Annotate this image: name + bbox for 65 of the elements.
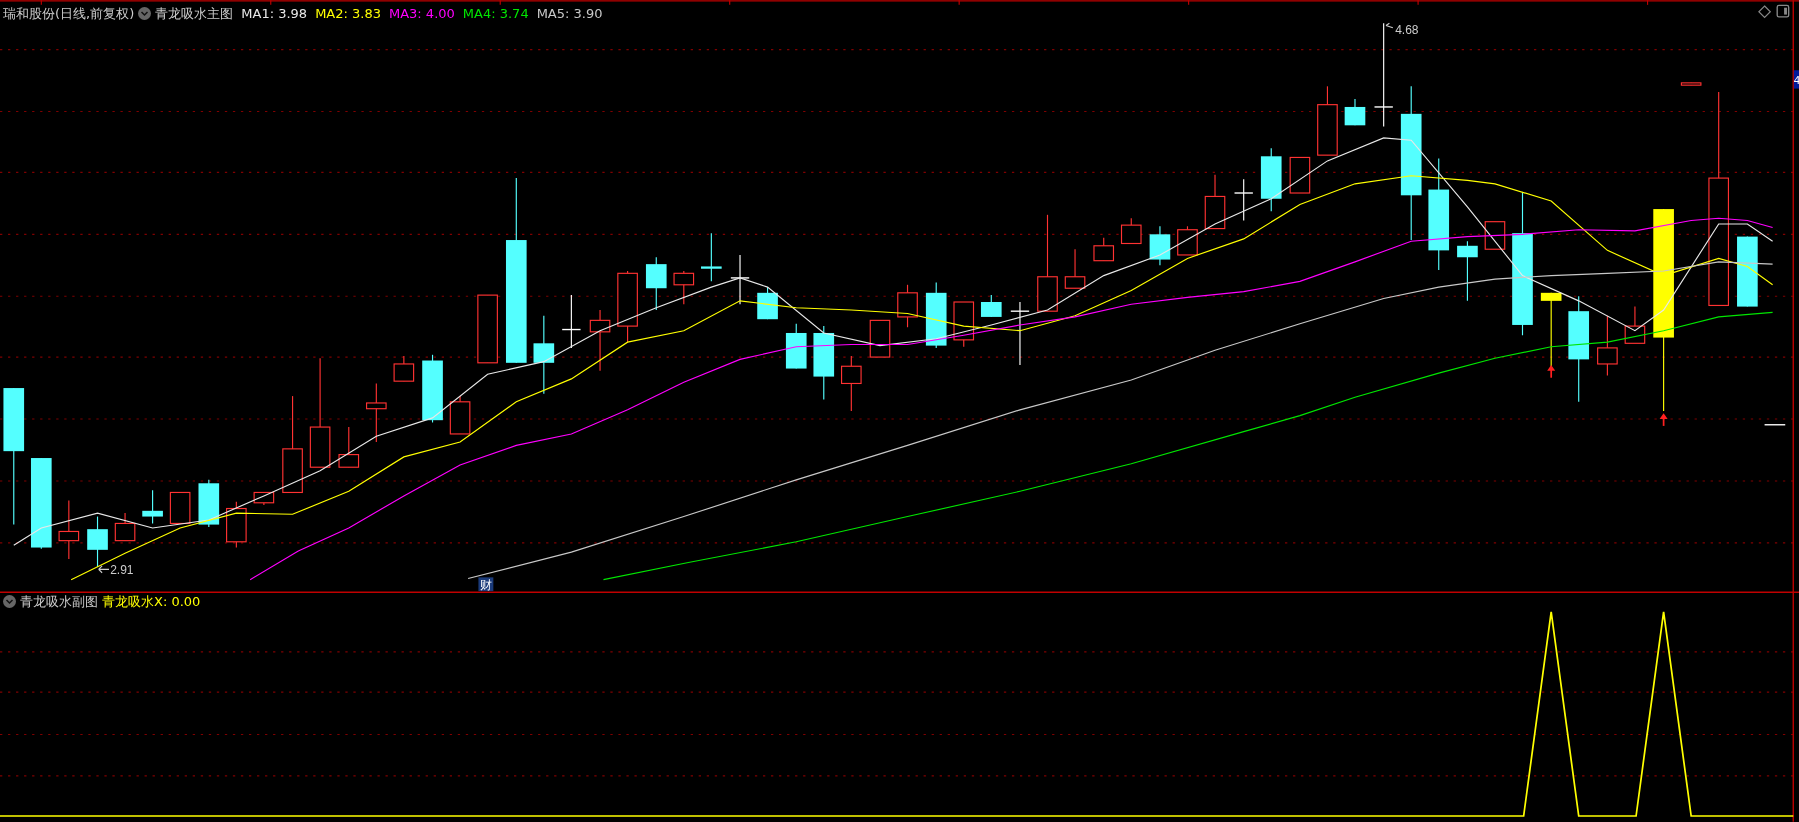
candlestick	[226, 501, 247, 549]
up-arrow-icon	[1659, 413, 1668, 427]
candlestick	[673, 270, 695, 305]
price-label: 4.68	[1395, 22, 1419, 37]
up-arrow-icon	[1547, 365, 1556, 379]
indicator-name: 青龙吸水副图	[20, 593, 98, 611]
candlestick	[477, 294, 498, 364]
indicator-value: 青龙吸水X: 0.00	[102, 593, 201, 611]
chevron-down-icon[interactable]	[3, 595, 16, 609]
candlestick	[1177, 225, 1198, 256]
candlestick	[142, 489, 163, 524]
moving-average-value: MA3: 4.00	[388, 5, 455, 23]
candlestick	[757, 286, 778, 320]
moving-average-value: MA1: 3.98	[241, 5, 308, 23]
candlestick	[1010, 301, 1030, 366]
leader-arrow	[1385, 22, 1394, 29]
candlestick	[366, 382, 387, 443]
candlestick	[1233, 178, 1254, 222]
candlestick	[841, 355, 862, 412]
moving-average-value: MA2: 3.83	[315, 5, 381, 23]
candlestick	[58, 499, 80, 560]
candlestick	[114, 512, 136, 542]
price-label: 2.91	[110, 562, 134, 577]
candlestick	[1064, 248, 1086, 289]
candlestick	[785, 323, 807, 370]
candlestick	[869, 319, 891, 358]
candlestick	[1344, 98, 1366, 126]
candlestick	[198, 479, 220, 528]
moving-average-value: MA5: 3.90	[536, 5, 603, 23]
candlestick	[1260, 147, 1282, 212]
candlestick	[1624, 306, 1646, 344]
candlestick	[1597, 315, 1618, 376]
candlestick	[1204, 174, 1226, 230]
candlestick	[422, 354, 443, 424]
candlestick	[87, 515, 108, 568]
candlestick	[338, 426, 360, 468]
price-marker	[1763, 424, 1786, 426]
candlestick	[169, 491, 191, 524]
diamond-icon[interactable]	[1758, 5, 1772, 19]
candlestick	[253, 491, 275, 506]
stock-title: 瑞和股份(日线,前复权)	[3, 5, 135, 23]
candlestick	[701, 232, 722, 282]
candlestick	[1289, 156, 1311, 194]
moving-average-value: MA4: 3.74	[462, 5, 529, 23]
candlestick	[1680, 82, 1702, 86]
candlestick	[645, 256, 667, 311]
candlestick	[1737, 236, 1758, 308]
candlestick	[589, 309, 611, 372]
window-toggle-icon[interactable]	[1776, 4, 1790, 18]
indicator-name: 青龙吸水主图	[155, 5, 234, 23]
candlestick	[980, 294, 1002, 318]
candlestick	[925, 281, 947, 349]
candlestick	[730, 254, 750, 305]
candlestick	[1120, 217, 1142, 245]
candlestick	[449, 395, 471, 435]
leader-arrow	[98, 565, 110, 574]
candlestick	[1149, 225, 1171, 266]
chevron-down-icon[interactable]	[138, 7, 152, 21]
candlestick	[897, 284, 918, 328]
candlestick	[561, 294, 582, 349]
candlestick	[1457, 240, 1478, 302]
finance-marker: 财	[478, 577, 494, 592]
candlestick	[393, 355, 415, 382]
candlestick	[1093, 237, 1115, 262]
candlestick	[1317, 85, 1338, 156]
